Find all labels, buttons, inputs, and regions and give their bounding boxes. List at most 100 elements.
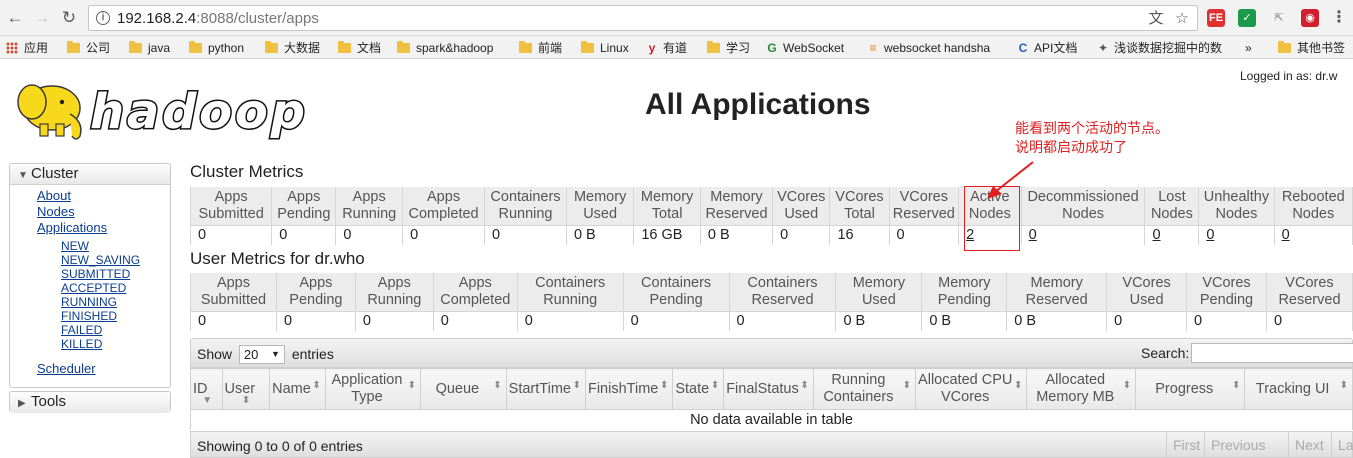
pocket-extension-icon[interactable]: ◉ (1301, 9, 1319, 27)
pager-next-button[interactable]: Next (1288, 432, 1330, 458)
metric-value-link[interactable]: 0 (1152, 227, 1160, 243)
sidebar-state-running[interactable]: RUNNING (61, 296, 117, 309)
cursor-extension-icon[interactable]: ⇱ (1270, 9, 1288, 27)
apps-column-header[interactable]: ID ▼ (190, 368, 223, 410)
shield-extension-icon[interactable]: ✓ (1238, 9, 1256, 27)
bookmark-folder[interactable]: 公司 (67, 40, 110, 56)
sort-icon[interactable]: ⬍ (1123, 381, 1131, 391)
search-input[interactable] (1191, 343, 1353, 363)
pager-previous-button[interactable]: Previous (1204, 432, 1271, 458)
bookmark-folder[interactable]: 大数据 (265, 40, 320, 56)
metric-header-line: Apps (214, 188, 248, 205)
sidebar-state-killed[interactable]: KILLED (61, 338, 102, 351)
forward-arrow-icon[interactable]: → (32, 8, 52, 28)
apps-column-header[interactable]: Running Containers ⬍ (812, 368, 917, 410)
sidebar-state-failed[interactable]: FAILED (61, 324, 102, 337)
metric-value-text: 16 (837, 227, 854, 244)
bookmark-folder[interactable]: python (189, 40, 244, 56)
pager-first-button[interactable]: First (1166, 432, 1206, 458)
apps-column-header[interactable]: Application Type ⬍ (324, 368, 422, 410)
sort-icon[interactable]: ⬍ (660, 381, 668, 391)
sidebar-link-nodes[interactable]: Nodes (37, 205, 75, 219)
sidebar-link-applications[interactable]: Applications (37, 221, 107, 235)
bookmark-websocket[interactable]: G WebSocket (765, 40, 844, 56)
sidebar-state-accepted[interactable]: ACCEPTED (61, 282, 126, 295)
apps-column-header[interactable]: Allocated CPU VCores ⬍ (915, 368, 1028, 410)
sidebar-tools-panel[interactable]: ▶ Tools (9, 391, 171, 413)
bookmark-folder[interactable]: 学习 (707, 40, 750, 56)
apps-column-header[interactable]: StartTime ⬍ (505, 368, 586, 410)
hadoop-logo[interactable]: hadoop (10, 70, 310, 148)
metric-value-link[interactable]: 0 (1029, 227, 1037, 243)
menu-icon[interactable]: ⋮ (1330, 9, 1348, 27)
bookmark-folder[interactable]: Linux (581, 40, 629, 56)
bookmark-apps[interactable]: 应用 (6, 40, 48, 56)
entries-select[interactable]: 20 ▼ (238, 345, 285, 364)
sort-icon[interactable]: ⬍ (408, 381, 416, 391)
sort-icon[interactable]: ⬍ (1014, 381, 1022, 391)
apps-column-header[interactable]: Tracking UI ⬍ (1244, 368, 1353, 410)
apps-column-header[interactable]: FinishTime ⬍ (584, 368, 674, 410)
url-text[interactable]: 192.168.2.4:8088/cluster/apps (117, 10, 319, 27)
bookmarks-overflow-button[interactable]: » (1245, 40, 1252, 56)
bookmark-folder[interactable]: 前端 (519, 40, 562, 56)
sort-icon[interactable]: ⬍ (242, 396, 250, 406)
apps-column-header[interactable]: Name ⬍ (269, 368, 326, 410)
metric-header-line: Apps (216, 274, 250, 291)
bookmark-youdao[interactable]: y 有道 (645, 40, 687, 56)
sort-icon[interactable]: ⬍ (573, 381, 581, 391)
sidebar-state-new-saving[interactable]: NEW_SAVING (61, 254, 140, 267)
metric-header: VCores Total (829, 187, 890, 226)
sort-icon[interactable]: ⬍ (711, 381, 719, 391)
column-header-line: User (224, 380, 256, 397)
sidebar-state-finished[interactable]: FINISHED (61, 310, 117, 323)
sort-icon[interactable]: ⬍ (312, 381, 320, 391)
sidebar-state-new[interactable]: NEW (61, 240, 89, 253)
bookmark-label: Linux (600, 41, 629, 55)
apps-column-header[interactable]: Queue ⬍ (420, 368, 507, 410)
sort-icon[interactable]: ⬍ (493, 381, 501, 391)
info-icon[interactable]: i (96, 11, 110, 25)
metric-value-text: 0 B (707, 227, 730, 244)
column-header-line: Progress (1155, 380, 1214, 397)
sort-icon[interactable]: ▼ (202, 396, 212, 406)
bookmark-other[interactable]: 其他书签 (1278, 40, 1345, 56)
fe-extension-icon[interactable]: FE (1207, 9, 1225, 27)
bookmark-data-mining[interactable]: ✦ 浅谈数据挖掘中的数 (1096, 40, 1236, 56)
expand-triangle-icon: ▶ (18, 398, 26, 409)
metric-value-text: 0 (630, 313, 639, 330)
apps-column-header[interactable]: FinalStatus ⬍ (723, 368, 814, 410)
sidebar-link-scheduler[interactable]: Scheduler (37, 362, 96, 376)
metric-header: Apps Completed (402, 187, 486, 226)
bookmark-star-icon[interactable]: ☆ (1173, 10, 1191, 28)
metric-header-line: Containers (535, 274, 606, 291)
bookmark-folder[interactable]: java (129, 40, 170, 56)
metric-value-link[interactable]: 0 (1282, 227, 1290, 243)
apps-column-header[interactable]: Allocated Memory MB ⬍ (1026, 368, 1137, 410)
reload-icon[interactable]: ↻ (59, 8, 79, 28)
metric-header-line: Used (861, 291, 896, 308)
sidebar-cluster-header[interactable]: ▼ Cluster (10, 164, 170, 185)
bookmark-folder[interactable]: 文档 (338, 40, 381, 56)
bookmark-label: websocket handsha (884, 41, 991, 55)
sort-icon[interactable]: ⬍ (800, 381, 808, 391)
column-header-line: Containers (823, 389, 894, 405)
bookmark-websocket-handshake[interactable]: ≡ websocket handsha (866, 40, 990, 56)
back-arrow-icon[interactable]: ← (5, 8, 25, 28)
apps-column-header[interactable]: State ⬍ (672, 368, 725, 410)
apps-column-header[interactable]: Progress ⬍ (1135, 368, 1246, 410)
sidebar-state-submitted[interactable]: SUBMITTED (61, 268, 130, 281)
sidebar-tools-header[interactable]: ▶ Tools (10, 392, 170, 413)
sidebar-link-about[interactable]: About (37, 189, 71, 203)
sort-icon[interactable]: ⬍ (1232, 381, 1240, 391)
address-bar[interactable]: i 192.168.2.4:8088/cluster/apps 文 ☆ (88, 5, 1198, 31)
translate-icon[interactable]: 文 (1147, 10, 1165, 28)
sort-icon[interactable]: ⬍ (1340, 381, 1348, 391)
pager-last-button[interactable]: Last (1331, 432, 1353, 458)
bookmark-label: 其他书签 (1297, 41, 1346, 55)
sort-icon[interactable]: ⬍ (903, 381, 911, 391)
bookmark-api-docs[interactable]: C API文档 (1016, 40, 1078, 56)
metric-value-link[interactable]: 0 (1206, 227, 1214, 243)
bookmark-folder[interactable]: spark&hadoop (397, 40, 493, 56)
apps-column-header[interactable]: User ⬍ (221, 368, 271, 410)
